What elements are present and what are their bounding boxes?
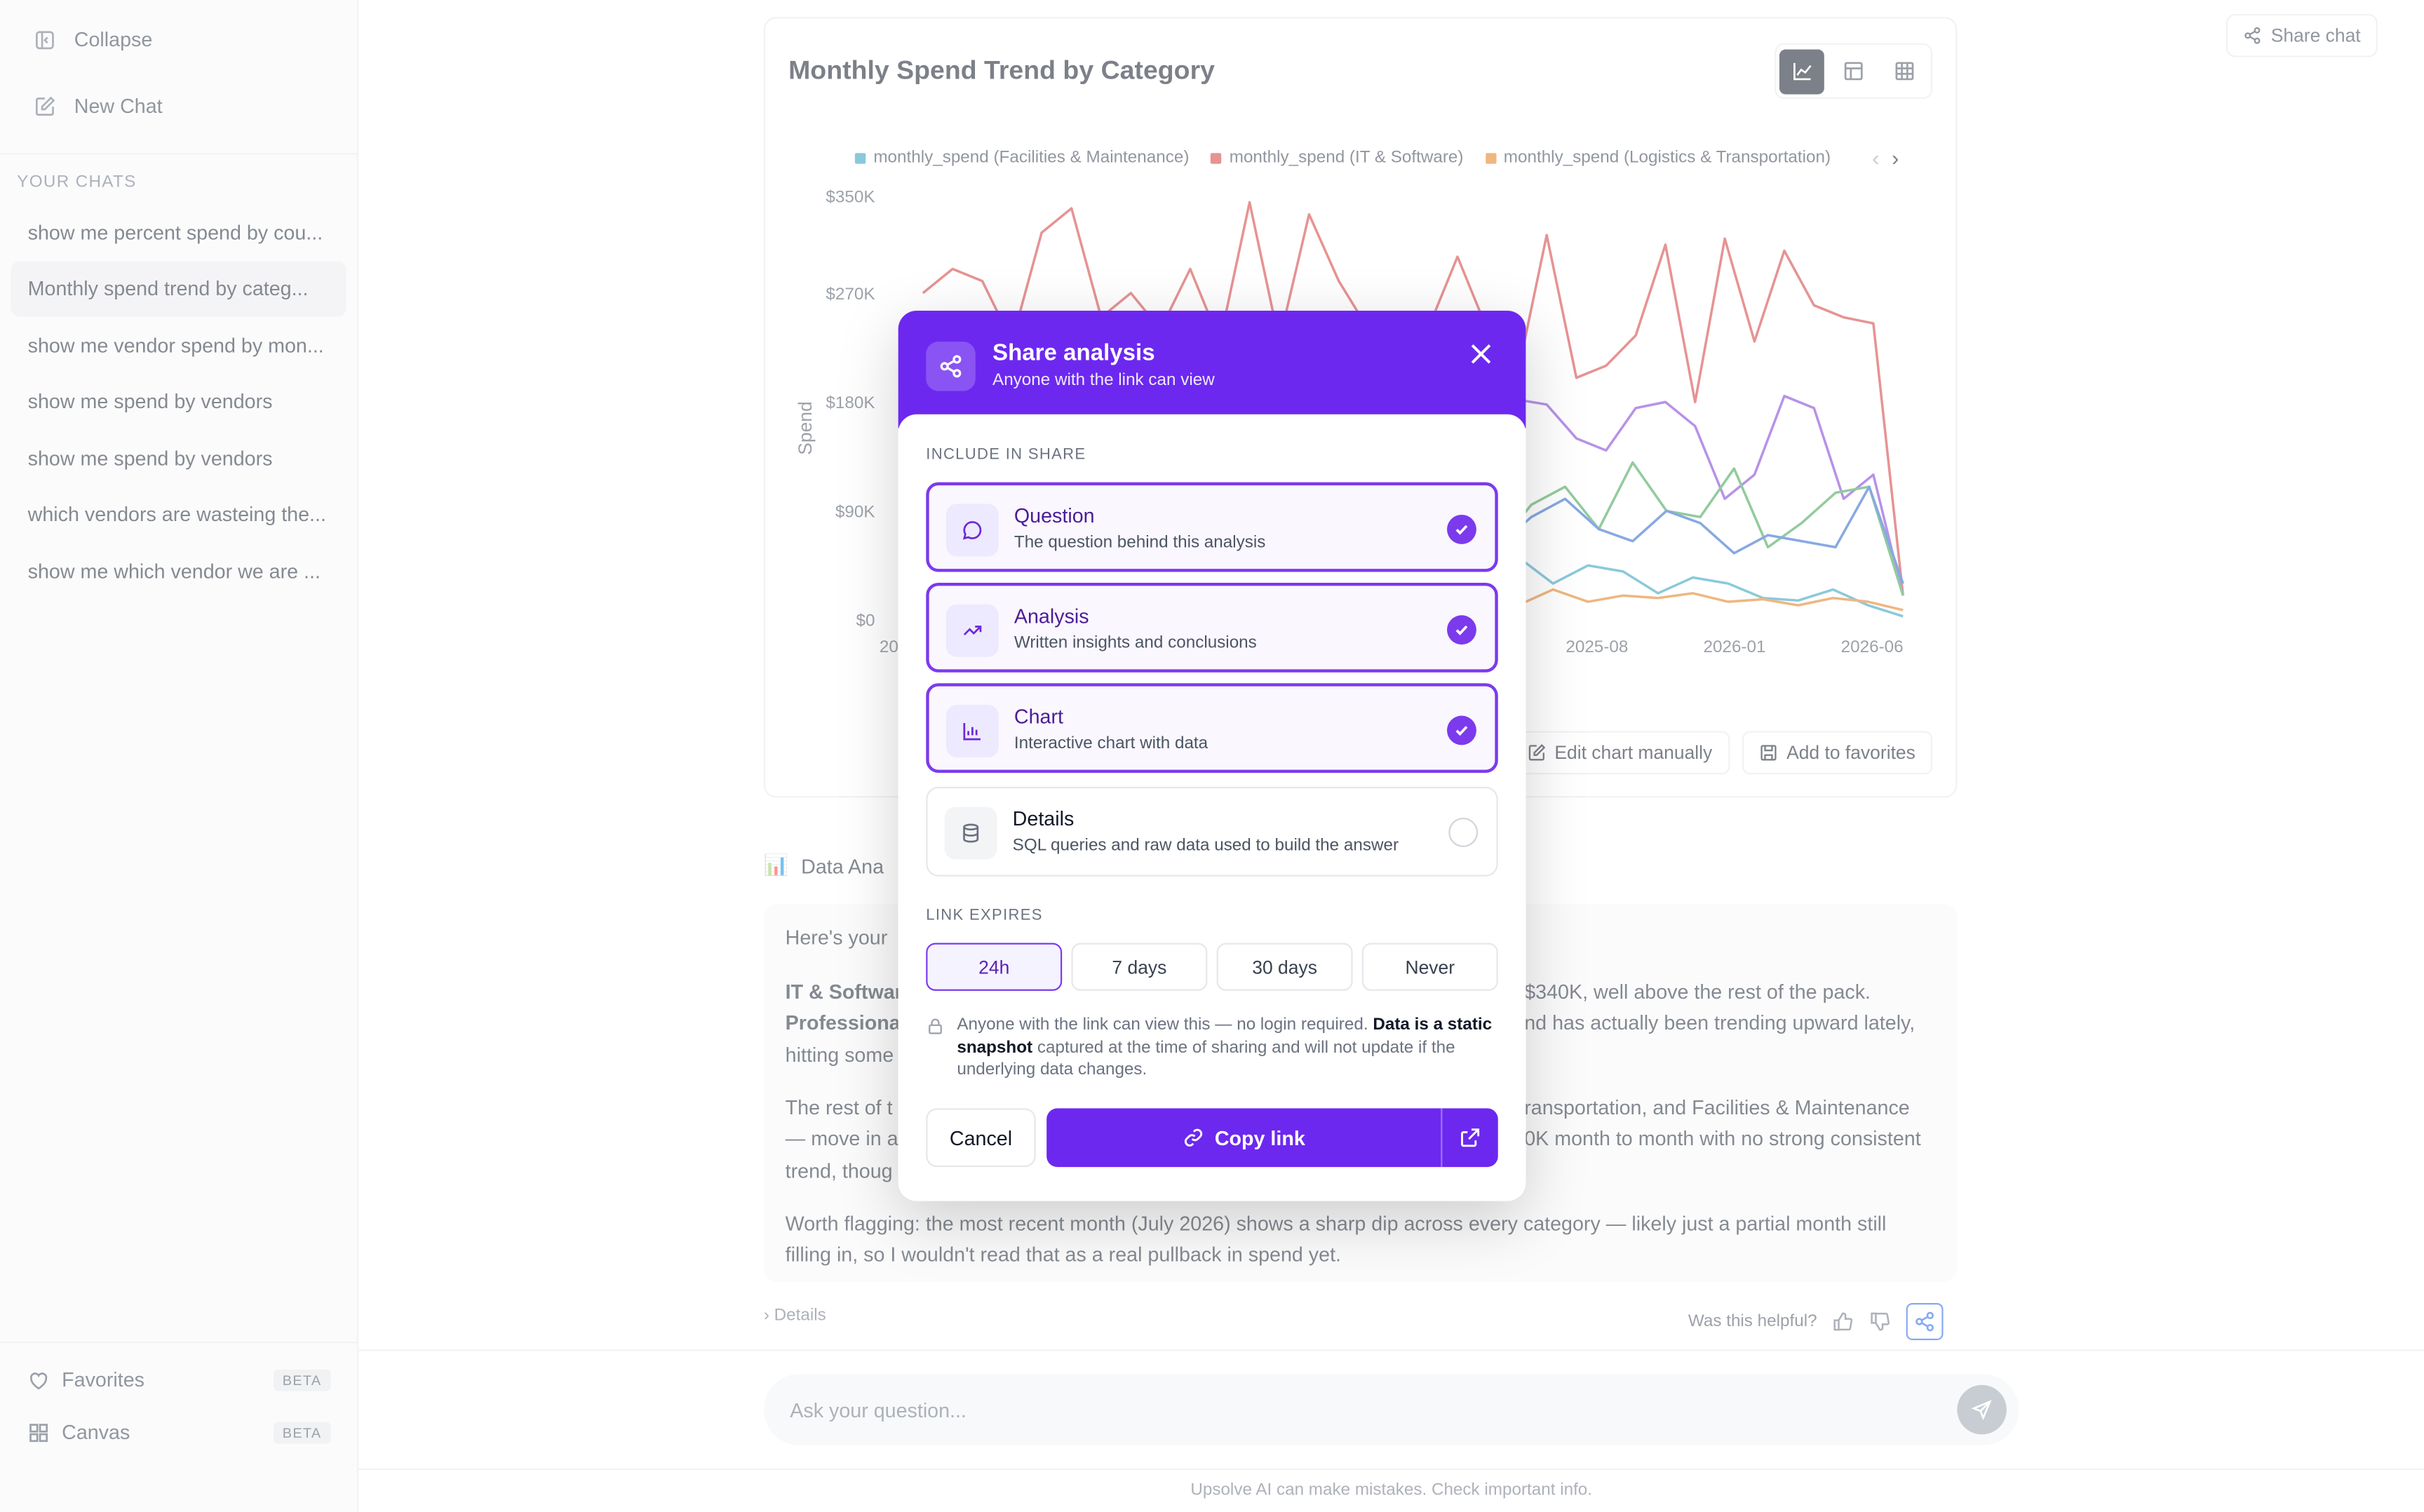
option-desc: Interactive chart with data bbox=[1014, 734, 1208, 753]
option-desc: The question behind this analysis bbox=[1014, 533, 1266, 552]
note-text: Anyone with the link can view this — no … bbox=[957, 1015, 1373, 1034]
lock-icon bbox=[929, 1018, 942, 1034]
share-icon bbox=[926, 342, 976, 391]
modal-title: Share analysis bbox=[992, 339, 1155, 367]
copy-link-button[interactable]: Copy link bbox=[1046, 1108, 1498, 1168]
expiry-options: 24h 7 days 30 days Never bbox=[926, 943, 1498, 991]
close-icon[interactable] bbox=[1467, 340, 1495, 368]
link-icon bbox=[1184, 1128, 1202, 1147]
option-question[interactable]: Question The question behind this analys… bbox=[926, 482, 1498, 572]
expiry-30-days[interactable]: 30 days bbox=[1216, 943, 1353, 991]
option-chart[interactable]: Chart Interactive chart with data bbox=[926, 683, 1498, 774]
option-analysis[interactable]: Analysis Written insights and conclusion… bbox=[926, 582, 1498, 673]
share-modal: Share analysis Anyone with the link can … bbox=[898, 311, 1526, 1201]
check-icon[interactable] bbox=[1447, 715, 1476, 745]
expiry-7-days[interactable]: 7 days bbox=[1071, 943, 1208, 991]
share-note: Anyone with the link can view this — no … bbox=[926, 1014, 1498, 1081]
check-icon[interactable] bbox=[1447, 514, 1476, 544]
unchecked-radio[interactable] bbox=[1448, 817, 1479, 847]
check-icon[interactable] bbox=[1447, 615, 1476, 645]
option-title: Question bbox=[1014, 504, 1095, 527]
modal-subtitle: Anyone with the link can view bbox=[992, 370, 1215, 390]
option-details[interactable]: Details SQL queries and raw data used to… bbox=[926, 786, 1498, 877]
external-link-icon bbox=[1461, 1128, 1480, 1147]
expiry-never[interactable]: Never bbox=[1361, 943, 1498, 991]
message-icon bbox=[945, 504, 999, 557]
option-desc: Written insights and conclusions bbox=[1014, 633, 1257, 653]
modal-header: Share analysis Anyone with the link can … bbox=[898, 311, 1526, 428]
expires-section-label: LINK EXPIRES bbox=[926, 907, 1043, 925]
expiry-24h[interactable]: 24h bbox=[926, 943, 1063, 991]
bar-chart-icon bbox=[945, 705, 999, 758]
open-link-button[interactable] bbox=[1441, 1108, 1498, 1168]
cancel-button[interactable]: Cancel bbox=[926, 1108, 1036, 1168]
trend-icon bbox=[945, 604, 999, 657]
option-title: Details bbox=[1012, 806, 1075, 830]
option-desc: SQL queries and raw data used to build t… bbox=[1012, 836, 1399, 855]
option-title: Chart bbox=[1014, 705, 1063, 729]
modal-actions: Cancel Copy link bbox=[926, 1108, 1498, 1168]
database-icon bbox=[944, 806, 997, 860]
option-title: Analysis bbox=[1014, 604, 1089, 628]
modal-body: INCLUDE IN SHARE Question The question b… bbox=[898, 414, 1526, 1201]
copy-link-main[interactable]: Copy link bbox=[1046, 1108, 1441, 1167]
copy-link-label: Copy link bbox=[1214, 1126, 1305, 1149]
include-section-label: INCLUDE IN SHARE bbox=[926, 446, 1086, 464]
